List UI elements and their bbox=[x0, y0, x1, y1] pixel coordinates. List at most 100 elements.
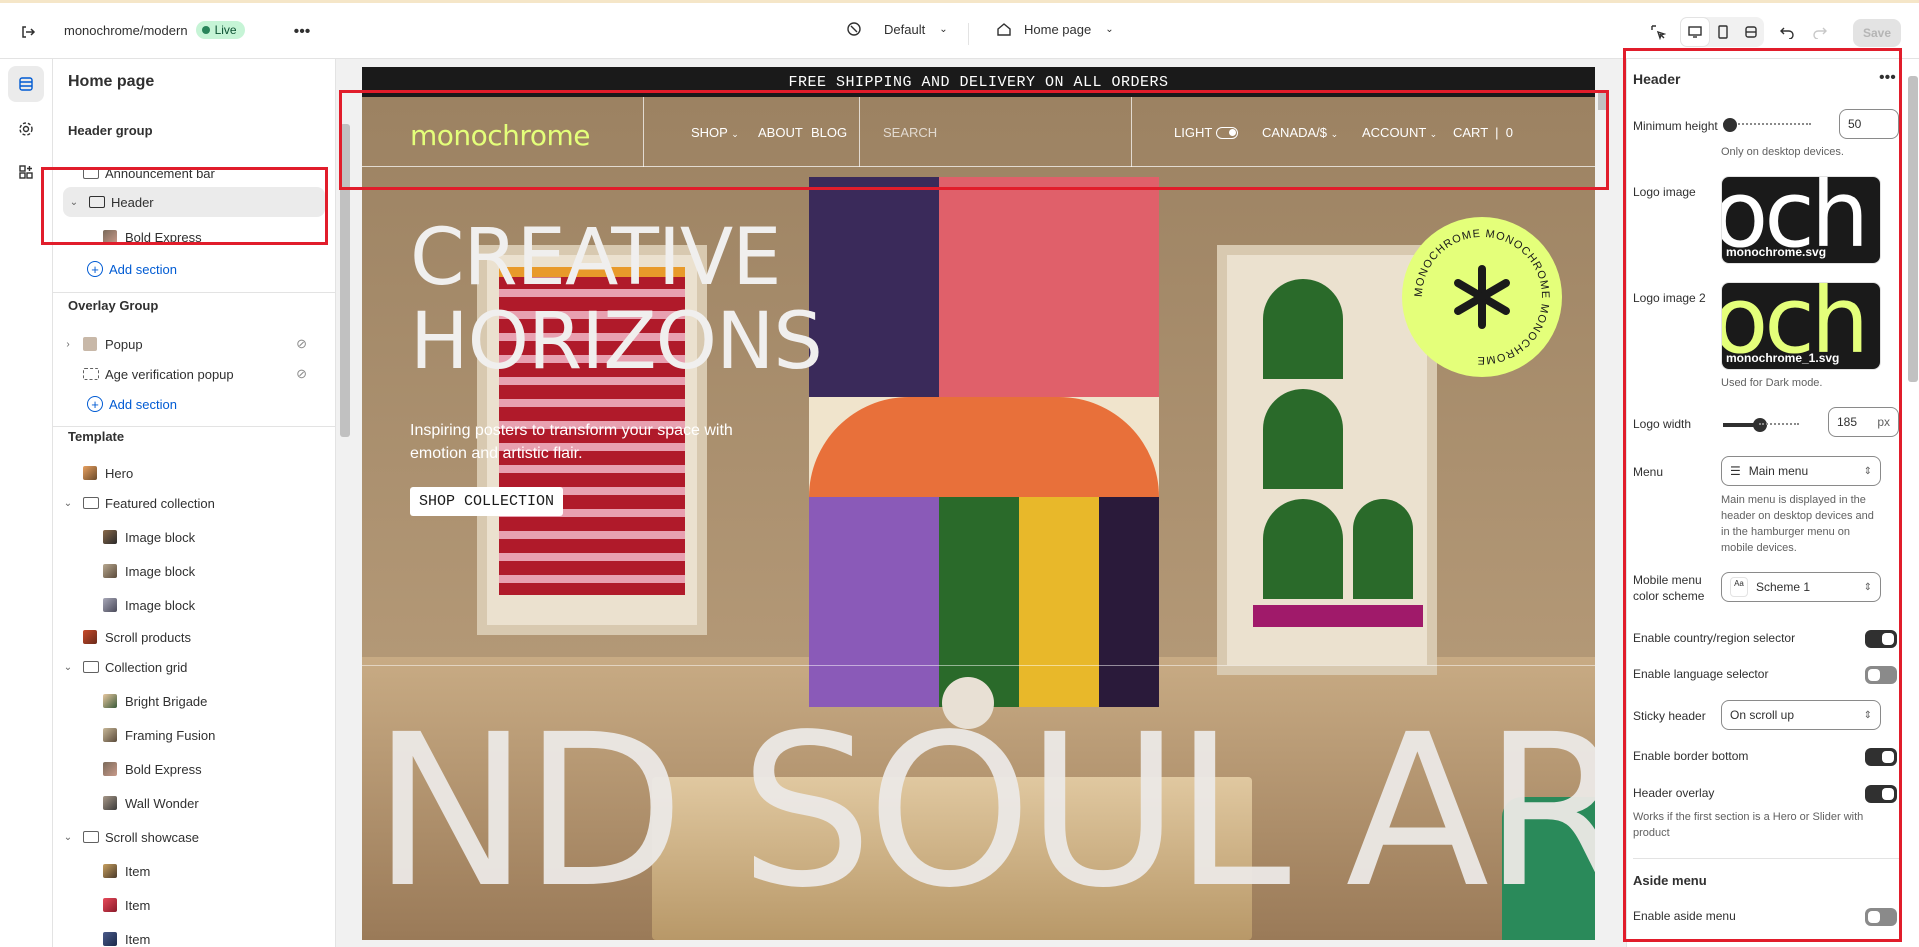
block-framing-fusion[interactable]: Framing Fusion bbox=[53, 720, 325, 750]
header-overlay-help: Works if the first section is a Hero or … bbox=[1633, 811, 1864, 839]
logo-width-input[interactable]: 185 px bbox=[1828, 407, 1899, 437]
live-label: Live bbox=[214, 23, 237, 37]
save-button[interactable]: Save bbox=[1853, 19, 1902, 47]
logo-image2-help: Used for Dark mode. bbox=[1721, 377, 1823, 389]
settings-scrollbar-thumb[interactable] bbox=[1908, 76, 1918, 382]
chevron-right-icon[interactable]: › bbox=[61, 339, 75, 350]
preview-scrollbar[interactable] bbox=[1595, 86, 1609, 940]
section-scroll-showcase[interactable]: ⌄ Scroll showcase bbox=[53, 822, 325, 852]
language-selector-label: Enable language selector bbox=[1633, 667, 1769, 681]
block-item[interactable]: Item bbox=[53, 890, 325, 920]
logo-width-slider[interactable] bbox=[1723, 418, 1767, 432]
poster-arch bbox=[1263, 499, 1343, 599]
mobile-view-icon[interactable] bbox=[1709, 18, 1737, 46]
slider-knob[interactable] bbox=[1723, 118, 1737, 132]
menu-select[interactable]: ☰ Main menu ⇕ bbox=[1721, 456, 1881, 486]
desktop-view-icon[interactable] bbox=[1681, 18, 1709, 46]
country-selector-toggle[interactable] bbox=[1865, 630, 1897, 648]
section-age-verification[interactable]: Age verification popup ⊘ bbox=[53, 359, 325, 389]
section-label: Popup bbox=[105, 336, 143, 352]
block-image[interactable]: Image block bbox=[53, 556, 325, 586]
search-input[interactable]: SEARCH bbox=[883, 125, 937, 140]
add-section-button[interactable]: + Add section bbox=[53, 389, 325, 419]
sections-icon[interactable] bbox=[8, 66, 44, 102]
section-hero[interactable]: Hero bbox=[53, 458, 325, 488]
logo-image-picker[interactable]: och monochrome.svg bbox=[1721, 176, 1881, 264]
block-bold-express[interactable]: Bold Express bbox=[53, 222, 325, 252]
block-bold-express[interactable]: Bold Express bbox=[53, 754, 325, 784]
section-popup[interactable]: › Popup ⊘ bbox=[53, 329, 325, 359]
store-name: monochrome/modern bbox=[64, 22, 188, 38]
home-icon bbox=[997, 23, 1011, 36]
hidden-eye-icon[interactable]: ⊘ bbox=[296, 366, 307, 382]
scrollbar-thumb[interactable] bbox=[340, 124, 350, 437]
min-height-slider[interactable] bbox=[1723, 118, 1811, 132]
nav-about[interactable]: ABOUT bbox=[758, 125, 803, 140]
logo-width-value: 185 bbox=[1837, 415, 1858, 429]
currency-label: CANADA/$ bbox=[1262, 125, 1328, 140]
block-label: Item bbox=[125, 931, 151, 947]
left-panel-scrollbar[interactable] bbox=[336, 59, 354, 947]
nav-blog[interactable]: BLOG bbox=[811, 125, 847, 140]
min-height-input[interactable]: 50 bbox=[1839, 109, 1899, 139]
section-icon bbox=[83, 661, 99, 673]
nav-shop[interactable]: SHOP ⌄ bbox=[691, 125, 739, 140]
live-badge: Live bbox=[195, 21, 245, 39]
currency-selector[interactable]: CANADA/$ ⌄ bbox=[1262, 125, 1338, 140]
poster-center-frame bbox=[809, 177, 1159, 707]
store-header: monochrome SHOP ⌄ ABOUT BLOG SEARCH LIGH… bbox=[362, 97, 1595, 167]
logo-image2-picker[interactable]: och monochrome_1.svg bbox=[1721, 282, 1881, 370]
theme-toggle[interactable]: LIGHT bbox=[1174, 125, 1239, 140]
block-image[interactable]: Image block bbox=[53, 590, 325, 620]
account-menu[interactable]: ACCOUNT ⌄ bbox=[1362, 125, 1437, 140]
section-announcement-bar[interactable]: Announcement bar bbox=[53, 158, 325, 188]
chevron-down-icon[interactable]: ⌄ bbox=[61, 498, 75, 509]
language-selector-toggle[interactable] bbox=[1865, 666, 1897, 684]
aside-menu-toggle[interactable] bbox=[1865, 908, 1897, 926]
border-bottom-toggle[interactable] bbox=[1865, 748, 1897, 766]
header-overlay-toggle[interactable] bbox=[1865, 785, 1897, 803]
exit-icon[interactable] bbox=[14, 18, 42, 46]
store-logo[interactable]: monochrome bbox=[410, 119, 590, 152]
section-label: Featured collection bbox=[105, 495, 215, 511]
block-label: Image block bbox=[125, 597, 196, 613]
section-icon bbox=[83, 167, 99, 179]
apps-icon[interactable] bbox=[8, 154, 44, 190]
more-options-icon[interactable]: ••• bbox=[288, 18, 316, 46]
sticky-header-select[interactable]: On scroll up ⇕ bbox=[1721, 700, 1881, 730]
poster-block bbox=[809, 497, 939, 707]
chevron-down-icon[interactable]: ⌄ bbox=[61, 832, 75, 843]
section-scroll-products[interactable]: Scroll products bbox=[53, 622, 325, 652]
section-collection-grid[interactable]: ⌄ Collection grid bbox=[53, 652, 325, 682]
inspector-icon[interactable] bbox=[1644, 18, 1672, 46]
undo-icon[interactable] bbox=[1773, 18, 1801, 46]
theme-select[interactable]: Default ⌄ bbox=[846, 21, 948, 37]
block-image[interactable]: Image block bbox=[53, 522, 325, 552]
block-bright-brigade[interactable]: Bright Brigade bbox=[53, 686, 325, 716]
cart-link[interactable]: CART | 0 bbox=[1453, 125, 1513, 140]
divider bbox=[1131, 97, 1132, 167]
hero-subtitle: Inspiring posters to transform your spac… bbox=[410, 422, 733, 462]
chevron-down-icon[interactable]: ⌄ bbox=[61, 662, 75, 673]
section-icon bbox=[83, 831, 99, 843]
section-thumbnail bbox=[83, 630, 97, 644]
block-wall-wonder[interactable]: Wall Wonder bbox=[53, 788, 325, 818]
mobile-scheme-select[interactable]: Aa Scheme 1 ⇕ bbox=[1721, 572, 1881, 602]
settings-gear-icon[interactable] bbox=[8, 111, 44, 147]
block-label: Wall Wonder bbox=[125, 795, 199, 811]
hero-title-line2: HORIZONS bbox=[410, 297, 823, 387]
section-header[interactable]: ⌄ Header bbox=[63, 187, 325, 217]
shop-collection-button[interactable]: SHOP COLLECTION bbox=[410, 487, 564, 516]
chevron-down-icon[interactable]: ⌄ bbox=[67, 197, 81, 208]
block-item[interactable]: Item bbox=[53, 924, 325, 947]
more-options-icon[interactable]: ••• bbox=[1879, 69, 1896, 87]
page-select[interactable]: Home page ⌄ bbox=[996, 21, 1114, 37]
section-featured-collection[interactable]: ⌄ Featured collection bbox=[53, 488, 325, 518]
redo-icon[interactable] bbox=[1806, 18, 1834, 46]
scrollbar-thumb[interactable] bbox=[1598, 90, 1606, 110]
hidden-eye-icon[interactable]: ⊘ bbox=[296, 336, 307, 352]
block-item[interactable]: Item bbox=[53, 856, 325, 886]
fullscreen-icon[interactable] bbox=[1737, 18, 1765, 46]
add-section-button[interactable]: + Add section bbox=[53, 254, 325, 284]
slider-knob[interactable] bbox=[1753, 418, 1767, 432]
